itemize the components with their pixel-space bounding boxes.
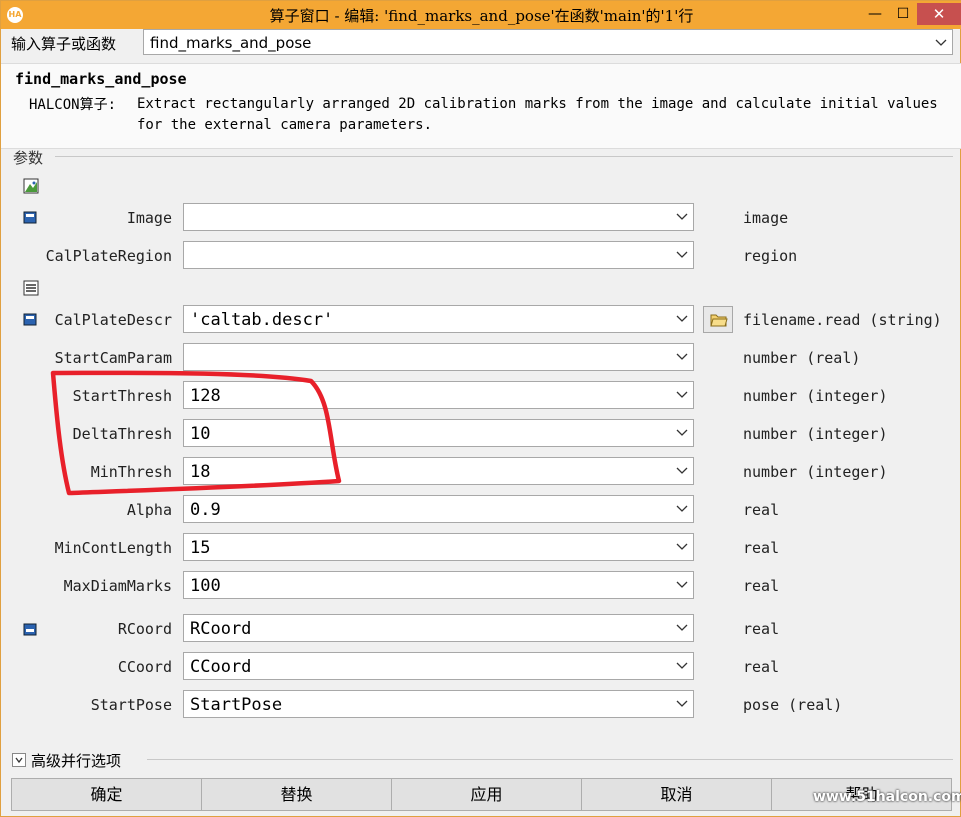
param-label-image: Image: [126, 209, 172, 227]
minimize-button[interactable]: —: [861, 3, 889, 25]
param-combo-image[interactable]: [183, 203, 694, 231]
close-button[interactable]: ✕: [917, 3, 961, 25]
replace-button[interactable]: 替换: [201, 778, 392, 811]
param-type-startthresh: number (integer): [743, 387, 888, 405]
param-type-ccoord: real: [743, 658, 780, 676]
param-label-deltathresh: DeltaThresh: [72, 425, 172, 443]
param-combo-rcoord[interactable]: RCoord: [183, 614, 694, 642]
operator-selector-row: 输入算子或函数 find_marks_and_pose: [1, 29, 961, 57]
advanced-options-label: 高级并行选项: [31, 752, 122, 770]
section-divider: [55, 156, 953, 157]
param-value-startthresh: 128: [190, 386, 221, 406]
operator-selector-label: 输入算子或函数: [11, 35, 117, 53]
param-label-maxdiammarks: MaxDiamMarks: [63, 577, 172, 595]
param-combo-calplatedescr[interactable]: 'caltab.descr': [183, 305, 694, 333]
apply-button[interactable]: 应用: [391, 778, 582, 811]
param-combo-maxdiammarks[interactable]: 100: [183, 571, 694, 599]
chevron-down-icon: [676, 213, 688, 220]
advanced-divider: [147, 759, 953, 760]
param-value-alpha: 0.9: [190, 500, 221, 520]
title-bar[interactable]: HA 算子窗口 - 编辑: 'find_marks_and_pose'在函数'm…: [1, 1, 961, 29]
chevron-down-icon: [676, 662, 688, 669]
operator-description: Extract rectangularly arranged 2D calibr…: [137, 96, 938, 133]
param-label-calplatedescr: CalPlateDescr: [54, 311, 172, 329]
param-type-startpose: pose (real): [743, 696, 843, 714]
input-control-icon: [23, 313, 37, 326]
chevron-down-icon: [676, 543, 688, 550]
chevron-down-icon: [676, 315, 688, 322]
param-type-maxdiammarks: real: [743, 577, 780, 595]
param-combo-startthresh[interactable]: 128: [183, 381, 694, 409]
param-type-calplatedescr: filename.read (string): [743, 311, 942, 329]
chevron-down-icon: [676, 429, 688, 436]
chevron-down-icon: [676, 581, 688, 588]
param-value-minthresh: 18: [190, 462, 211, 482]
param-combo-deltathresh[interactable]: 10: [183, 419, 694, 447]
param-type-image: image: [743, 209, 789, 227]
param-combo-ccoord[interactable]: CCoord: [183, 652, 694, 680]
param-label-calplateregion: CalPlateRegion: [45, 247, 172, 265]
folder-icon: [710, 314, 728, 327]
param-label-rcoord: RCoord: [117, 620, 172, 638]
param-label-minthresh: MinThresh: [90, 463, 172, 481]
output-control-icon: [23, 623, 37, 636]
param-value-ccoord: CCoord: [190, 657, 252, 677]
param-value-maxdiammarks: 100: [190, 576, 221, 596]
control-input-group-icon: [23, 280, 39, 296]
maximize-button[interactable]: ☐: [889, 3, 917, 25]
operator-selector-value: find_marks_and_pose: [150, 34, 312, 52]
param-combo-calplateregion[interactable]: [183, 241, 694, 269]
operator-selector-combo[interactable]: find_marks_and_pose: [143, 29, 953, 55]
input-object-icon: [23, 211, 37, 224]
param-combo-alpha[interactable]: 0.9: [183, 495, 694, 523]
chevron-down-icon: [676, 353, 688, 360]
operator-name: find_marks_and_pose: [15, 70, 187, 88]
param-value-mincontlength: 15: [190, 538, 211, 558]
param-value-calplatedescr: 'caltab.descr': [190, 310, 334, 330]
param-type-startcamparam: number (real): [743, 349, 861, 367]
param-combo-startpose[interactable]: StartPose: [183, 690, 694, 718]
chevron-down-icon: [676, 251, 688, 258]
param-label-ccoord: CCoord: [117, 658, 172, 676]
operator-type-prefix: HALCON算子:: [29, 97, 117, 113]
ok-button[interactable]: 确定: [11, 778, 202, 811]
parameters-section-label: 参数: [13, 149, 44, 167]
param-combo-startcamparam[interactable]: [183, 343, 694, 371]
param-type-rcoord: real: [743, 620, 780, 638]
watermark: www.51halcon.com: [813, 789, 961, 805]
param-type-deltathresh: number (integer): [743, 425, 888, 443]
chevron-down-icon: [15, 757, 23, 764]
chevron-down-icon: [676, 391, 688, 398]
param-value-startpose: StartPose: [190, 695, 283, 715]
param-combo-mincontlength[interactable]: 15: [183, 533, 694, 561]
chevron-down-icon: [676, 505, 688, 512]
cancel-button[interactable]: 取消: [581, 778, 772, 811]
expand-toggle[interactable]: [12, 753, 26, 767]
param-type-alpha: real: [743, 501, 780, 519]
param-label-startcamparam: StartCamParam: [54, 349, 172, 367]
param-label-startpose: StartPose: [90, 696, 172, 714]
chevron-down-icon: [676, 624, 688, 631]
param-label-mincontlength: MinContLength: [54, 539, 172, 557]
param-type-calplateregion: region: [743, 247, 798, 265]
operator-info-panel: find_marks_and_pose HALCON算子: Extract re…: [1, 63, 961, 149]
window-title: 算子窗口 - 编辑: 'find_marks_and_pose'在函数'main…: [269, 7, 694, 25]
chevron-down-icon: [676, 467, 688, 474]
param-combo-minthresh[interactable]: 18: [183, 457, 694, 485]
chevron-down-icon: [935, 39, 947, 46]
param-value-deltathresh: 10: [190, 424, 211, 444]
iconic-input-group-icon: [23, 178, 39, 194]
param-type-minthresh: number (integer): [743, 463, 888, 481]
param-label-alpha: Alpha: [126, 501, 172, 519]
operator-window: HA 算子窗口 - 编辑: 'find_marks_and_pose'在函数'm…: [0, 0, 961, 817]
chevron-down-icon: [676, 700, 688, 707]
browse-file-button[interactable]: [703, 306, 733, 333]
param-type-mincontlength: real: [743, 539, 780, 557]
param-value-rcoord: RCoord: [190, 619, 252, 639]
param-label-startthresh: StartThresh: [72, 387, 172, 405]
